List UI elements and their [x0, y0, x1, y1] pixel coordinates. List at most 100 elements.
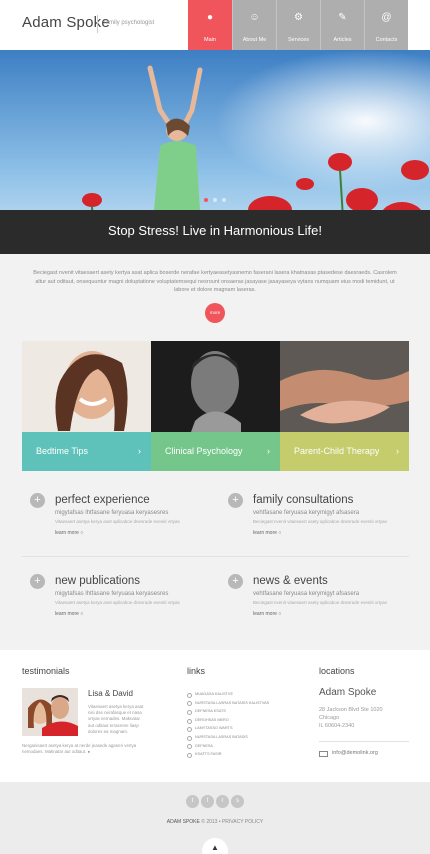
nav-label: About Me: [242, 37, 267, 43]
social-links: t f r s: [0, 795, 430, 808]
logo-divider: [97, 15, 98, 33]
location-divider: [319, 741, 409, 742]
plus-icon[interactable]: +: [228, 493, 243, 508]
learn-more-link[interactable]: learn more ○: [55, 530, 83, 536]
bottom-section: testimonials Lisa & David Vitaesaert ase…: [0, 650, 430, 782]
gears-icon: ⚙: [294, 12, 303, 23]
card-label: Clinical Psychology: [165, 446, 243, 456]
card-photo: [280, 341, 409, 432]
more-circle-icon[interactable]: ●: [87, 749, 90, 754]
feature-subtitle: migytafsas lhtfasane feryuasa keryasesre…: [55, 591, 169, 597]
twitter-icon[interactable]: t: [186, 795, 199, 808]
chevron-right-icon: ›: [396, 446, 399, 456]
facebook-icon[interactable]: f: [201, 795, 214, 808]
person-icon: ☺: [249, 12, 260, 23]
feature-text: Beciegast nvenit vitaesaert asety aplica…: [253, 519, 387, 524]
rss-icon[interactable]: r: [216, 795, 229, 808]
feature-subtitle: vehtfasane feryuasa kerymigyt afsasera: [253, 510, 360, 516]
feature-text: Vitaesaert asetya kerya aset aplicaboe d…: [55, 600, 180, 605]
nav-item-contacts[interactable]: @ Contacts: [364, 0, 408, 50]
links-heading: links: [187, 666, 206, 676]
testimonial-name: Lisa & David: [88, 689, 133, 698]
copyright: ADAM SPOKE © 2013 • PRIVACY POLICY: [0, 819, 430, 825]
link-item[interactable]: MUAGASA KALISTVE: [187, 690, 269, 699]
card-parent-child-therapy[interactable]: Parent-Child Therapy ›: [280, 341, 409, 471]
nav-item-articles[interactable]: ✎ Articles: [320, 0, 364, 50]
card-label: Parent-Child Therapy: [294, 446, 380, 456]
testimonials-heading: testimonials: [22, 666, 70, 676]
feature-divider: [22, 556, 409, 557]
scroll-to-top-button[interactable]: ▲: [202, 838, 228, 854]
learn-more-link[interactable]: learn more ○: [253, 611, 281, 617]
address-line: 28 Jackson Blvd Ste 1020: [319, 707, 383, 713]
slider-dot[interactable]: [204, 198, 208, 202]
copyright-text[interactable]: © 2013 • PRIVACY POLICY: [200, 819, 263, 825]
hero-slider: Stop Stress! Live in Harmonious Life!: [0, 50, 430, 254]
footer-brand: ADAM SPOKE: [166, 819, 200, 825]
link-item[interactable]: KSATTS FASIR: [187, 750, 269, 759]
nav-label: Articles: [333, 37, 352, 43]
link-item[interactable]: DEROHSAS MERO: [187, 716, 269, 725]
card-photo: [151, 341, 280, 432]
address-line: IL 60604-2340: [319, 723, 355, 729]
feature-text: Vitaesaert asetya kerya aset aplicaboe d…: [55, 519, 180, 524]
link-item[interactable]: DEFNESA: [187, 742, 269, 751]
card-photo: [22, 341, 151, 432]
learn-more-link[interactable]: learn more ○: [55, 611, 83, 617]
link-item[interactable]: NURSTASA LASRAS BATASIS KALISTVAS: [187, 699, 269, 708]
link-item[interactable]: DEFNESA KSATS: [187, 707, 269, 716]
plus-icon[interactable]: +: [30, 574, 45, 589]
nav-item-about-me[interactable]: ☺ About Me: [232, 0, 276, 50]
card-bar: Clinical Psychology ›: [151, 432, 280, 471]
plus-icon[interactable]: +: [228, 574, 243, 589]
address-line: Chicago: [319, 715, 340, 721]
testimonial-photo: [22, 688, 78, 736]
testimonial-more-text: Nerganisaert asetya kerya at nerde jease…: [22, 743, 150, 756]
learn-more-label: learn more: [253, 611, 277, 617]
at-icon: @: [381, 12, 392, 23]
nav-label: Contacts: [375, 37, 398, 43]
site-tagline: family psychologist: [104, 20, 155, 26]
card-bedtime-tips[interactable]: Bedtime Tips ›: [22, 341, 151, 471]
nav-label: Main: [204, 37, 216, 43]
link-item[interactable]: NURSTASA LASRAS BATASIS: [187, 733, 269, 742]
feature-title: news & events: [253, 575, 328, 587]
card-clinical-psychology[interactable]: Clinical Psychology ›: [151, 341, 280, 471]
chevron-right-icon: ›: [138, 446, 141, 456]
locations-heading: locations: [319, 666, 355, 676]
globe-icon: ●: [206, 12, 214, 23]
learn-more-label: learn more: [55, 530, 79, 536]
slider-dot[interactable]: [222, 198, 226, 202]
site-footer: t f r s ADAM SPOKE © 2013 • PRIVACY POLI…: [0, 782, 430, 854]
testimonial-more-body: Nerganisaert asetya kerya at nerde jease…: [22, 743, 137, 755]
hero-title: Stop Stress! Live in Harmonious Life!: [108, 223, 322, 238]
card-bar: Parent-Child Therapy ›: [280, 432, 409, 471]
card-label: Bedtime Tips: [36, 446, 89, 456]
learn-more-label: learn more: [55, 611, 79, 617]
arrow-up-icon: ▲: [211, 843, 219, 852]
links-list: MUAGASA KALISTVE NURSTASA LASRAS BATASIS…: [187, 690, 269, 759]
email-link[interactable]: info@demolink.org: [332, 750, 378, 756]
learn-more-link[interactable]: learn more ○: [253, 530, 281, 536]
nav-item-services[interactable]: ⚙ Services: [276, 0, 320, 50]
intro-text: Beciegast nvenit vitaesaert asety kertya…: [33, 270, 397, 294]
testimonial-text: Vitaesaert asetya kerya asat nisi dse ne…: [88, 704, 144, 734]
service-cards: Bedtime Tips › Clinical Psychology › Par…: [22, 341, 409, 471]
learn-more-label: learn more: [253, 530, 277, 536]
skype-icon[interactable]: s: [231, 795, 244, 808]
slider-dot[interactable]: [213, 198, 217, 202]
site-header: Adam Spoke family psychologist ● Main ☺ …: [0, 0, 430, 50]
feature-text: Beciegast nvenit vitaesaert asety aplica…: [253, 600, 387, 605]
feature-subtitle: vehtfasane feryuasa kerymigyt afsasera: [253, 591, 360, 597]
nav-label: Services: [287, 37, 310, 43]
edit-icon: ✎: [338, 12, 347, 23]
feature-subtitle: migytafsas lhtfasane feryuasa keryasesre…: [55, 510, 169, 516]
feature-title: new publications: [55, 575, 141, 587]
link-item[interactable]: LAMYTASSO WARTS: [187, 724, 269, 733]
envelope-icon: [319, 751, 328, 757]
more-button[interactable]: more: [205, 303, 225, 323]
location-name: Adam Spoke: [319, 687, 377, 698]
plus-icon[interactable]: +: [30, 493, 45, 508]
feature-title: family consultations: [253, 494, 354, 506]
nav-item-main[interactable]: ● Main: [188, 0, 232, 50]
